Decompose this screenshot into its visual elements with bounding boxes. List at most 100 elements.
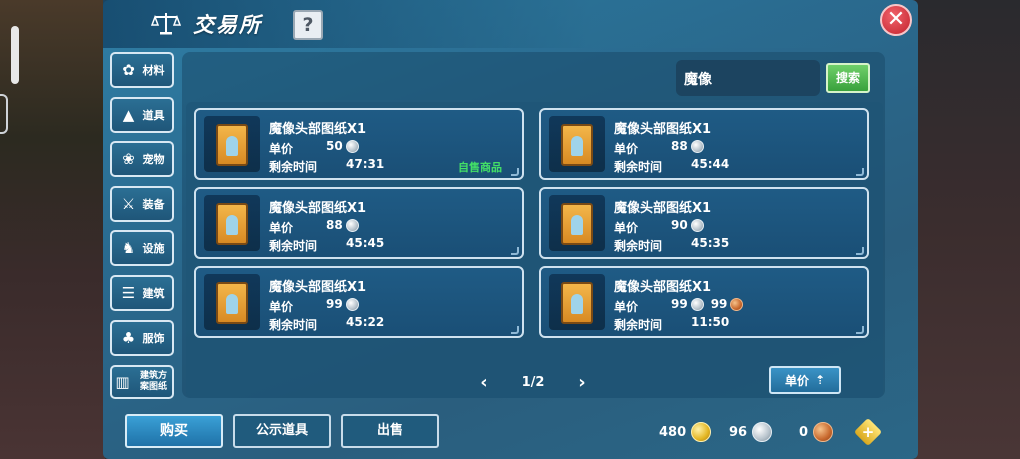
- next-page-button[interactable]: ›: [571, 372, 593, 393]
- item-price: 90: [671, 218, 704, 232]
- item-price: 99 99: [671, 297, 744, 311]
- own-item-badge: 自售商品: [458, 161, 502, 174]
- sort-by-price-button[interactable]: 单价 ⇡: [769, 366, 841, 394]
- silver-coin-icon: [752, 422, 773, 442]
- public-items-tab-button[interactable]: 公示道具: [233, 414, 331, 448]
- item-name: 魔像头部图纸X1: [614, 201, 712, 216]
- sidebar-item-clothing[interactable]: ♣ 服饰: [110, 320, 174, 356]
- silver-amount: 96: [729, 424, 748, 440]
- corner-decoration: [856, 247, 864, 255]
- item-name: 魔像头部图纸X1: [269, 280, 367, 295]
- corner-decoration: [511, 326, 519, 334]
- listing-panel: 魔像 搜索 魔像头部图纸X1 单价 50 剩余时间 47:31 自售商品 魔像头…: [182, 52, 885, 398]
- time-key: 剩余时间: [269, 318, 318, 332]
- time-key: 剩余时间: [614, 160, 663, 174]
- item-price: 50: [326, 139, 359, 153]
- copper-coin-icon: [813, 422, 834, 442]
- price-key: 单价: [614, 221, 639, 235]
- listing-card[interactable]: 魔像头部图纸X1 单价 90 剩余时间 45:35: [539, 187, 869, 259]
- silver-coin-icon: [690, 297, 704, 311]
- sidebar-item-materials[interactable]: ✿ 材料: [110, 52, 174, 88]
- copper-amount: 0: [799, 424, 809, 440]
- price-key: 单价: [269, 300, 294, 314]
- corner-decoration: [856, 168, 864, 176]
- pagination: ‹ 1/2 ›: [473, 370, 593, 394]
- copper-balance: 0: [799, 422, 834, 442]
- buy-tab-button[interactable]: 购买: [125, 414, 223, 448]
- listing-card[interactable]: 魔像头部图纸X1 单价 99 剩余时间 45:22: [194, 266, 524, 338]
- sidebar-item-label: 道具: [142, 109, 165, 122]
- silver-amount: 88: [326, 218, 343, 232]
- blueprint-item-icon: [204, 195, 260, 251]
- mount-icon: ♞: [121, 239, 136, 257]
- exchange-window: 交易所 ? ✕ ✿ 材料 ▲ 道具 ❀ 宠物 ⚔ 装备 ♞ 设施 ☰ 建筑 ♣: [103, 0, 918, 459]
- remaining-time: 11:50: [691, 315, 730, 329]
- sidebar-item-pets[interactable]: ❀ 宠物: [110, 141, 174, 177]
- silver-amount: 99: [671, 297, 688, 311]
- silver-balance: 96: [729, 422, 773, 442]
- paw-icon: ❀: [122, 150, 135, 168]
- blueprint-item-icon: [549, 274, 605, 330]
- blueprint-item-icon: [204, 274, 260, 330]
- listing-grid: 魔像头部图纸X1 单价 50 剩余时间 47:31 自售商品 魔像头部图纸X1 …: [186, 102, 883, 398]
- sell-tab-button[interactable]: 出售: [341, 414, 439, 448]
- remaining-time: 47:31: [346, 157, 385, 171]
- price-key: 单价: [614, 142, 639, 156]
- gold-balance: 480: [659, 422, 712, 442]
- remaining-time: 45:35: [691, 236, 730, 250]
- sidebar-item-label: 设施: [142, 242, 165, 255]
- add-currency-button[interactable]: +: [853, 417, 883, 447]
- blueprint-icon: ▥: [115, 373, 130, 391]
- price-key: 单价: [269, 221, 294, 235]
- item-name: 魔像头部图纸X1: [269, 122, 367, 137]
- materials-icon: ✿: [122, 61, 135, 79]
- sort-label: 单价: [784, 373, 809, 388]
- listing-card[interactable]: 魔像头部图纸X1 单价 50 剩余时间 47:31 自售商品: [194, 108, 524, 180]
- listing-card[interactable]: 魔像头部图纸X1 单价 88 剩余时间 45:44: [539, 108, 869, 180]
- prev-page-button[interactable]: ‹: [473, 372, 495, 393]
- plus-icon: +: [861, 423, 875, 441]
- silver-coin-icon: [345, 218, 359, 232]
- blueprint-item-icon: [549, 116, 605, 172]
- sidebar-item-equipment[interactable]: ⚔ 装备: [110, 186, 174, 222]
- close-button[interactable]: ✕: [880, 4, 912, 36]
- corner-decoration: [856, 326, 864, 334]
- search-button[interactable]: 搜索: [826, 63, 870, 93]
- side-handle[interactable]: [11, 26, 19, 84]
- gold-coin-icon: [691, 422, 712, 442]
- corner-decoration: [511, 247, 519, 255]
- time-key: 剩余时间: [614, 239, 663, 253]
- help-button[interactable]: ?: [293, 10, 323, 40]
- listing-card[interactable]: 魔像头部图纸X1 单价 99 99 剩余时间 11:50: [539, 266, 869, 338]
- sort-arrow-icon: ⇡: [814, 373, 826, 387]
- item-name: 魔像头部图纸X1: [269, 201, 367, 216]
- time-key: 剩余时间: [269, 239, 318, 253]
- item-price: 88: [671, 139, 704, 153]
- gold-amount: 480: [659, 424, 687, 440]
- clothing-icon: ♣: [121, 329, 136, 347]
- silver-coin-icon: [690, 218, 704, 232]
- sidebar-item-buildings[interactable]: ☰ 建筑: [110, 275, 174, 311]
- time-key: 剩余时间: [614, 318, 663, 332]
- scene-right: [915, 0, 1020, 459]
- bottom-bar: 购买 公示道具 出售 480 96 0 +: [103, 404, 918, 459]
- silver-coin-icon: [345, 297, 359, 311]
- scales-icon: [151, 13, 181, 35]
- sidebar-item-blueprints[interactable]: ▥ 建筑方案图纸: [110, 365, 174, 399]
- listing-card[interactable]: 魔像头部图纸X1 单价 88 剩余时间 45:45: [194, 187, 524, 259]
- silver-coin-icon: [690, 139, 704, 153]
- sidebar-item-label: 建筑: [142, 287, 165, 300]
- item-price: 99: [326, 297, 359, 311]
- blueprint-item-icon: [549, 195, 605, 251]
- silver-amount: 50: [326, 139, 343, 153]
- page-title: 交易所: [193, 13, 262, 37]
- corner-decoration: [511, 168, 519, 176]
- search-input[interactable]: 魔像: [676, 60, 820, 96]
- item-name: 魔像头部图纸X1: [614, 122, 712, 137]
- silver-amount: 90: [671, 218, 688, 232]
- sidebar-item-props[interactable]: ▲ 道具: [110, 97, 174, 133]
- copper-coin-icon: [730, 297, 744, 311]
- sidebar-item-label: 服饰: [142, 332, 165, 345]
- time-key: 剩余时间: [269, 160, 318, 174]
- sidebar-item-facilities[interactable]: ♞ 设施: [110, 230, 174, 266]
